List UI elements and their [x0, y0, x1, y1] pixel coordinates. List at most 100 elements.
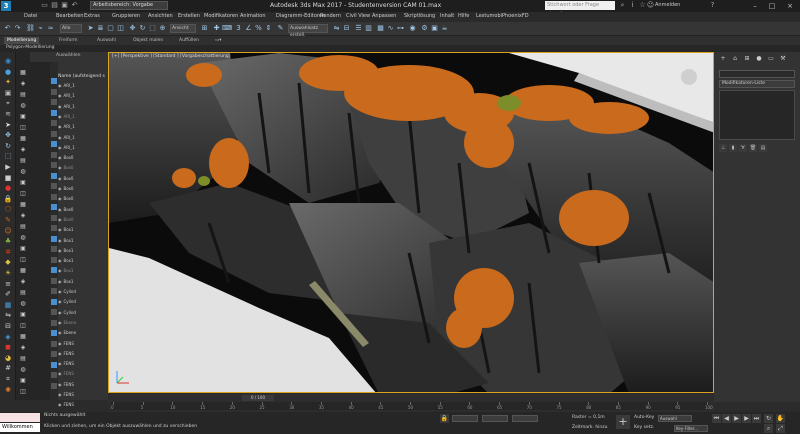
maxscript-listener-output[interactable] — [0, 413, 40, 422]
list-item[interactable]: ◉ Box1 — [58, 257, 108, 264]
list-item[interactable]: ◉ ARI_1 — [58, 134, 108, 141]
explorer-filter-icon[interactable]: ◈ — [18, 145, 28, 154]
toggle-icon[interactable] — [51, 109, 57, 116]
remove-modifier-icon[interactable]: 🗑 — [749, 144, 757, 152]
explorer-filter-icon[interactable]: ▣ — [18, 244, 28, 253]
explorer-filter-icon[interactable]: ▤ — [18, 288, 28, 297]
tab-auffuellen[interactable]: Auffüllen — [176, 37, 202, 44]
place-icon[interactable]: ⊕ — [158, 24, 167, 33]
toggle-icon[interactable] — [51, 99, 57, 105]
motion-tab-icon[interactable]: ● — [754, 54, 764, 63]
list-item[interactable]: ◉ ARI_1 — [58, 144, 108, 151]
brush-icon[interactable]: ✐ — [3, 289, 13, 299]
render-production-icon[interactable]: ☕ — [440, 24, 449, 33]
explorer-filter-icon[interactable]: ▦ — [18, 68, 28, 77]
z-coordinate-field[interactable] — [512, 415, 538, 422]
menu-item[interactable]: Extras — [84, 13, 100, 19]
camera-icon[interactable]: ▣ — [3, 88, 13, 98]
list-item[interactable]: ◉ FENS — [58, 340, 108, 347]
menu-item[interactable]: Datei — [24, 13, 37, 19]
snap-3d-icon[interactable]: 3 — [234, 24, 243, 33]
visibility-eye-icon[interactable]: ◉ — [58, 93, 62, 98]
list-item[interactable]: ◉ ARI_1 — [58, 92, 108, 99]
explorer-filter-icon[interactable]: ▣ — [18, 376, 28, 385]
toggle-icon[interactable] — [51, 141, 57, 147]
teapot-icon[interactable]: ◉ — [3, 56, 13, 66]
undo-icon[interactable]: ↶ — [3, 24, 12, 33]
list-item[interactable]: ◉ ARI_1 — [58, 113, 108, 120]
x-coordinate-field[interactable] — [452, 415, 478, 422]
toggle-icon[interactable] — [51, 319, 57, 326]
help-icon[interactable]: ? — [708, 1, 717, 10]
visibility-eye-icon[interactable]: ◉ — [58, 351, 62, 356]
tab-freiform[interactable]: Freiform — [56, 37, 81, 44]
visibility-eye-icon[interactable]: ◉ — [58, 104, 62, 109]
menu-item[interactable]: Modifikatoren — [204, 13, 238, 19]
toggle-icon[interactable] — [51, 340, 57, 347]
list-item[interactable]: ◉ Box0 — [58, 195, 108, 202]
object-paint-icon[interactable]: ✎ — [3, 215, 13, 225]
perspective-viewport[interactable]: [+] [Perspektive ] [Standard ] [Vorgabes… — [108, 52, 714, 393]
select-icon[interactable]: ➤ — [3, 120, 13, 130]
toggle-icon[interactable] — [51, 330, 57, 336]
explorer-filter-icon[interactable]: ◍ — [18, 365, 28, 374]
add-key-icon[interactable]: + — [616, 415, 630, 429]
material-icon[interactable]: ◕ — [3, 353, 13, 363]
make-unique-icon[interactable]: ∀ — [739, 144, 747, 152]
list-item[interactable]: ◉ Box0 — [58, 175, 108, 182]
scale-icon[interactable]: ⬚ — [148, 24, 157, 33]
viewport-label[interactable]: [+] [Perspektive ] [Standard ] [Vorgabes… — [112, 54, 231, 59]
move-icon[interactable]: ✥ — [3, 130, 13, 140]
display-tab-icon[interactable]: ▭ — [766, 54, 776, 63]
toggle-icon[interactable] — [51, 382, 57, 389]
menu-item[interactable]: Erstellen — [178, 13, 200, 19]
toggle-icon[interactable] — [51, 361, 57, 368]
toggle-icon[interactable] — [51, 351, 57, 357]
toggle-icon[interactable] — [51, 162, 57, 168]
toggle-icon[interactable] — [51, 204, 57, 210]
time-slider[interactable]: 0 / 100 — [242, 395, 274, 401]
menu-item[interactable]: Anpassen — [372, 13, 396, 19]
list-item[interactable]: ◉ Box0 — [58, 185, 108, 192]
render-setup-icon[interactable]: ⚙ — [420, 24, 429, 33]
list-item[interactable]: ◉ ARI_1 — [58, 123, 108, 130]
time-tag-button[interactable]: Zeitmark. hinzu — [572, 425, 608, 430]
visibility-eye-icon[interactable]: ◉ — [58, 248, 62, 253]
toggle-icon[interactable] — [51, 183, 57, 189]
layer-manager-icon[interactable]: ☰ — [354, 24, 363, 33]
toggle-icon[interactable] — [51, 256, 57, 263]
align-icon[interactable]: ⊟ — [3, 321, 13, 331]
show-end-result-icon[interactable]: ▮ — [729, 144, 737, 152]
explorer-filter-icon[interactable]: ▤ — [18, 90, 28, 99]
play-icon[interactable]: ▶ — [3, 162, 13, 172]
visibility-eye-icon[interactable]: ◉ — [58, 238, 62, 243]
list-item[interactable]: ◉ ARI_1 — [58, 103, 108, 110]
menu-item[interactable]: Civil View — [346, 13, 370, 19]
workspace-select[interactable]: Arbeitsbereich: Vorgabe — [90, 1, 168, 10]
redo-icon[interactable]: ↷ — [13, 24, 22, 33]
list-item[interactable]: ◉ ARI_1 — [58, 82, 108, 89]
list-item[interactable]: ◉ Box1 — [58, 247, 108, 254]
explorer-filter-icon[interactable]: ▤ — [18, 222, 28, 231]
explorer-filter-icon[interactable]: ▣ — [18, 310, 28, 319]
explorer-filter-icon[interactable]: ▣ — [18, 178, 28, 187]
toggle-icon[interactable] — [51, 288, 57, 294]
toggle-icon[interactable] — [51, 214, 57, 221]
goto-start-icon[interactable]: ⏮ — [712, 414, 721, 423]
explorer-filter-icon[interactable]: ▤ — [18, 354, 28, 363]
user-icon[interactable]: ☺ — [646, 1, 655, 10]
record-icon[interactable]: ● — [3, 183, 13, 193]
named-selection-set-select[interactable]: Auswahlsatz erstell. — [288, 24, 328, 38]
rotate-icon[interactable]: ↻ — [3, 141, 13, 151]
app-menu-button[interactable]: 3 — [1, 1, 11, 11]
sun-icon[interactable]: ☀ — [3, 268, 13, 278]
menu-item[interactable]: Ansichten — [148, 13, 173, 19]
tab-auswaehlen[interactable]: Auswählen — [56, 53, 80, 58]
list-item[interactable]: ◉ Box1 — [58, 267, 108, 274]
pin-stack-icon[interactable]: ⊥ — [719, 144, 727, 152]
explorer-column-header[interactable]: Name (aufsteigend s — [58, 74, 105, 79]
toggle-icon[interactable] — [51, 172, 57, 179]
grid-icon[interactable]: # — [3, 363, 13, 373]
visibility-eye-icon[interactable]: ◉ — [58, 217, 62, 222]
space-warp-icon[interactable]: ≋ — [3, 109, 13, 119]
